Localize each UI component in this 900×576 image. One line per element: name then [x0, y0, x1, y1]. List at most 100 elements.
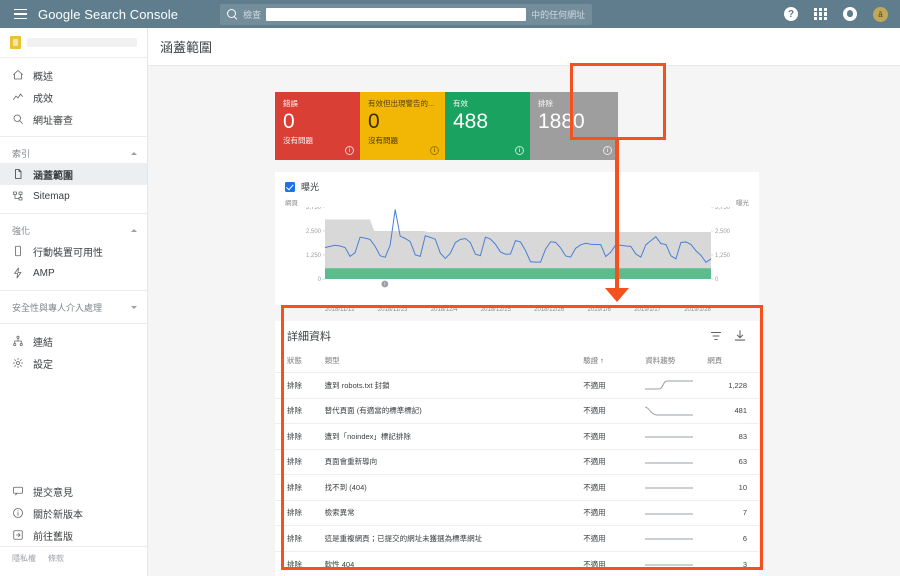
sidebar-item-overview[interactable]: 概述	[0, 64, 147, 86]
cell-trend	[645, 448, 708, 475]
column-header-validation[interactable]: 驗證 ↑	[583, 351, 645, 373]
sidebar-group-label: 安全性與專人介入處理	[12, 302, 103, 313]
download-icon[interactable]	[733, 329, 747, 343]
sidebar-group-index[interactable]: 索引	[0, 143, 147, 163]
sidebar-group-security-manual-actions[interactable]: 安全性與專人介入處理	[0, 297, 147, 317]
sidebar-item-send-feedback[interactable]: 提交意見	[0, 480, 147, 502]
sidebar-item-amp[interactable]: AMP	[0, 262, 147, 284]
sidebar-item-links[interactable]: 連結	[0, 330, 147, 352]
impressions-checkbox[interactable]	[285, 181, 295, 192]
chart-line-icon	[12, 91, 24, 103]
trend-sparkline	[645, 406, 694, 416]
sidebar-group-label: 強化	[12, 225, 31, 236]
url-inspection-search-bar[interactable]: 檢查 中的任何網址	[220, 3, 593, 25]
table-row[interactable]: 排除 遭到「noindex」標記排除 不適用 83	[275, 423, 759, 449]
info-icon[interactable]: i	[345, 146, 354, 155]
table-row[interactable]: 排除 頁面會重新導向 不適用 63	[275, 448, 759, 475]
x-tick-label: 2018/11/23	[377, 307, 408, 313]
sidebar-item-url-inspection[interactable]: 網址審查	[0, 108, 147, 130]
trend-sparkline	[645, 487, 694, 489]
details-panel: 詳細資料 狀態 類型 驗證 ↑ 資料趨勢 網頁 排除 遭到 robots.txt…	[275, 321, 759, 576]
cell-validation: 不適用	[583, 474, 646, 500]
sidebar-item-label: 前往舊版	[33, 531, 73, 543]
x-tick-label: 2018/12/15	[480, 307, 511, 313]
status-card-error[interactable]: 錯誤 0 沒有問題 i	[275, 92, 360, 160]
sidebar-item-label: 涵蓋範圍	[33, 170, 73, 182]
column-header-trend[interactable]: 資料趨勢	[645, 351, 707, 373]
search-input[interactable]	[266, 7, 527, 21]
status-card-label: 有效但出現警告的...	[368, 99, 435, 108]
cell-type: 遭到 robots.txt 封鎖	[324, 372, 584, 398]
info-icon[interactable]: i	[515, 146, 524, 155]
status-card-valid[interactable]: 有效 488 i	[445, 92, 530, 160]
table-row[interactable]: 排除 軟性 404 不適用 3	[275, 550, 759, 576]
x-tick-label: 2018/12/4	[430, 307, 458, 313]
cell-validation: 不適用	[583, 372, 646, 398]
column-header-pages[interactable]: 網頁	[707, 351, 759, 373]
details-table: 狀態 類型 驗證 ↑ 資料趨勢 網頁 排除 遭到 robots.txt 封鎖 不適用 1…	[275, 351, 759, 576]
cell-trend	[645, 525, 708, 551]
trend-sparkline	[645, 462, 694, 464]
cell-type: 替代頁面 (有適當的標準標記)	[324, 397, 584, 424]
table-row[interactable]: 排除 這是重複網頁；已提交的網址未獲選為標準網址 不適用 6	[275, 525, 759, 551]
sidebar-item-mobile-usability[interactable]: 行動裝置可用性	[0, 240, 147, 262]
sidebar-item-sitemap[interactable]: Sitemap	[0, 185, 147, 207]
cell-type: 遭到「noindex」標記排除	[324, 423, 584, 449]
cell-type: 這是重複網頁；已提交的網址未獲選為標準網址	[324, 525, 584, 551]
sidebar-item-about-new-version[interactable]: 關於新版本	[0, 502, 147, 524]
privacy-link[interactable]: 隱私權	[12, 553, 36, 564]
sidebar-group-enhancements[interactable]: 強化	[0, 220, 147, 240]
table-row[interactable]: 排除 替代頁面 (有適當的標準標記) 不適用 481	[275, 397, 759, 424]
cell-type: 軟性 404	[324, 550, 584, 576]
cell-pages: 3	[707, 550, 759, 576]
property-name	[27, 38, 137, 47]
trend-sparkline	[645, 564, 694, 566]
help-icon[interactable]: ?	[784, 7, 798, 21]
hamburger-menu-icon[interactable]	[6, 8, 34, 20]
coverage-chart-panel: 曝光 網頁 曝光 0 0 1,250 1,250 2,500 2,500 3,750 3,75…	[275, 172, 759, 313]
chart-x-tick-labels: 2018/11/12 2018/11/23 2018/12/4 2018/12/15 2…	[325, 307, 711, 313]
column-header-status[interactable]: 狀態	[275, 351, 325, 373]
details-header: 詳細資料	[275, 321, 759, 351]
trend-sparkline	[645, 513, 694, 515]
info-icon[interactable]: i	[603, 146, 612, 155]
column-header-validation-label: 驗證	[583, 356, 599, 365]
cell-trend	[645, 550, 708, 576]
cell-validation: 不適用	[583, 423, 646, 449]
sidebar-item-go-to-old-version[interactable]: 前往舊版	[0, 524, 147, 546]
document-icon	[12, 168, 24, 180]
sidebar-nav: 概述 成效 網址審查 索引 涵蓋範圍 Sitemap 強化 行動裝置可用性 AM…	[0, 58, 147, 480]
cell-status: 排除	[275, 474, 325, 500]
table-header-row: 狀態 類型 驗證 ↑ 資料趨勢 網頁	[275, 351, 759, 373]
status-card-valid-with-warnings[interactable]: 有效但出現警告的... 0 沒有問題 i	[360, 92, 445, 160]
apps-grid-icon[interactable]	[814, 7, 827, 21]
status-card-excluded[interactable]: 排除 1880 i	[530, 92, 618, 160]
column-header-type[interactable]: 類型	[325, 351, 584, 373]
table-row[interactable]: 排除 遭到 robots.txt 封鎖 不適用 1,228	[275, 372, 759, 398]
x-tick-label: 2019/1/28	[684, 307, 711, 313]
cell-pages: 83	[707, 423, 759, 449]
avatar[interactable]: ā	[873, 6, 888, 22]
cell-trend	[645, 474, 708, 500]
sidebar-bottom-nav: 提交意見 關於新版本 前往舊版 隱私權 條款	[0, 480, 147, 576]
filter-icon[interactable]	[709, 329, 723, 343]
sidebar-item-performance[interactable]: 成效	[0, 86, 147, 108]
cell-status: 排除	[275, 499, 325, 526]
sidebar-item-label: 成效	[33, 93, 53, 105]
sidebar-item-coverage[interactable]: 涵蓋範圍	[0, 163, 147, 185]
status-card-label: 有效	[453, 99, 468, 108]
sidebar-item-settings[interactable]: 設定	[0, 352, 147, 374]
info-icon[interactable]: i	[430, 146, 439, 155]
mobile-icon	[12, 245, 24, 257]
table-row[interactable]: 排除 找不到 (404) 不適用 10	[275, 474, 759, 500]
cell-validation: 不適用	[583, 448, 646, 475]
table-row[interactable]: 排除 檢索異常 不適用 7	[275, 499, 759, 526]
cell-trend	[645, 499, 708, 526]
cell-pages: 6	[707, 525, 759, 551]
notifications-icon[interactable]	[843, 7, 857, 21]
cell-pages: 7	[707, 499, 759, 526]
x-tick-label: 2019/1/6	[587, 307, 611, 313]
terms-link[interactable]: 條款	[48, 553, 64, 564]
cell-pages: 1,228	[707, 372, 759, 398]
property-selector[interactable]	[0, 28, 147, 58]
